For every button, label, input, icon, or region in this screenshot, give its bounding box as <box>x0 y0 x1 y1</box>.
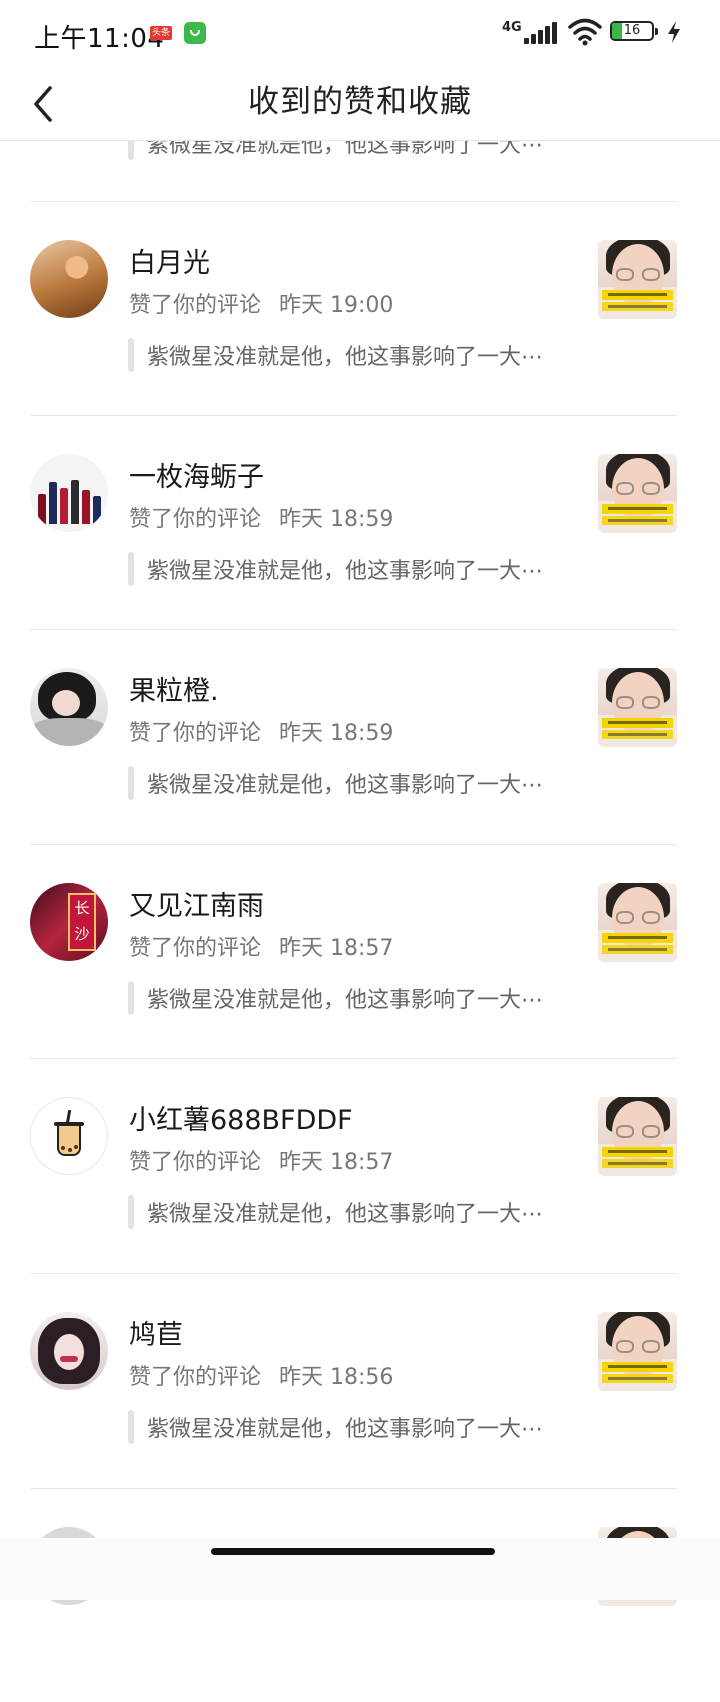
action-text: 赞了你的评论 <box>129 507 262 532</box>
status-time: 上午11:04 <box>34 24 165 54</box>
avatar[interactable] <box>30 1097 108 1175</box>
quoted-comment-text: 紫微星没准就是他，他这事影响了一大⋯ <box>147 988 544 1013</box>
divider <box>30 629 677 630</box>
network-type-label: 4G <box>502 20 522 35</box>
avatar[interactable] <box>30 454 108 532</box>
post-thumbnail[interactable] <box>598 1097 677 1176</box>
quoted-comment-text: 紫微星没准就是他，他这事影响了一大⋯ <box>147 1417 544 1442</box>
avatar[interactable]: 长沙 <box>30 883 108 961</box>
divider <box>30 844 677 845</box>
list-item[interactable]: 一枚海蛎子 赞了你的评论 昨天 18:59 紫微星没准就是他，他这事影响了一大⋯ <box>0 415 720 629</box>
list-item[interactable]: 果粒橙. 赞了你的评论 昨天 18:59 紫微星没准就是他，他这事影响了一大⋯ <box>0 629 720 843</box>
quote-bar <box>128 1410 134 1444</box>
timestamp: 昨天 18:59 <box>279 721 394 746</box>
quoted-comment-text: 紫微星没准就是他，他这事影响了一大⋯ <box>147 1202 544 1227</box>
action-text: 赞了你的评论 <box>129 936 262 961</box>
list-item[interactable]: 白月光 赞了你的评论 昨天 19:00 紫微星没准就是他，他这事影响了一大⋯ <box>0 201 720 415</box>
like-meta: 赞了你的评论 昨天 18:57 <box>129 930 393 962</box>
quote-bar <box>128 766 134 800</box>
home-indicator[interactable] <box>211 1548 495 1555</box>
divider <box>30 415 677 416</box>
user-name[interactable]: 一枚海蛎子 <box>129 455 264 494</box>
avatar[interactable] <box>30 668 108 746</box>
like-meta: 赞了你的评论 昨天 18:56 <box>129 1359 393 1391</box>
quoted-comment-text: 紫微星没准就是他，他这事影响了一大⋯ <box>147 140 544 158</box>
list-item-partial[interactable]: 紫微星没准就是他，他这事影响了一大⋯ <box>0 140 720 202</box>
quote-bar <box>128 981 134 1015</box>
divider <box>30 1488 677 1489</box>
action-text: 赞了你的评论 <box>129 721 262 746</box>
quoted-comment-text: 紫微星没准就是他，他这事影响了一大⋯ <box>147 559 544 584</box>
timestamp: 昨天 18:59 <box>279 507 394 532</box>
list-item[interactable]: 小红薯688BFDDF 赞了你的评论 昨天 18:57 紫微星没准就是他，他这事影… <box>0 1058 720 1272</box>
avatar-sign-text: 长沙 <box>68 893 96 951</box>
page-header: 收到的赞和收藏 <box>0 66 720 141</box>
user-name[interactable]: 鸠苣 <box>129 1313 183 1352</box>
like-meta: 赞了你的评论 昨天 18:57 <box>129 1144 393 1176</box>
divider <box>30 1058 677 1059</box>
post-thumbnail[interactable] <box>598 1312 677 1391</box>
user-name[interactable]: 又见江南雨 <box>129 884 264 923</box>
like-meta: 赞了你的评论 昨天 19:00 <box>129 287 393 319</box>
battery-level: 16 <box>623 23 641 38</box>
user-name[interactable]: 小红薯688BFDDF <box>129 1098 353 1137</box>
user-name[interactable]: 果粒橙. <box>129 669 219 708</box>
post-thumbnail[interactable] <box>598 454 677 533</box>
wifi-icon <box>568 18 602 46</box>
post-thumbnail[interactable] <box>598 668 677 747</box>
quote-bar <box>128 338 134 372</box>
status-bar: 上午11:04 头条 4G 16 <box>0 0 720 66</box>
quoted-comment-text: 紫微星没准就是他，他这事影响了一大⋯ <box>147 345 544 370</box>
like-meta: 赞了你的评论 昨天 18:59 <box>129 715 393 747</box>
quoted-comment-text: 紫微星没准就是他，他这事影响了一大⋯ <box>147 773 544 798</box>
timestamp: 昨天 18:57 <box>279 936 394 961</box>
user-name[interactable]: 白月光 <box>129 241 210 280</box>
toutiao-notification-icon: 头条 <box>150 26 172 40</box>
action-text: 赞了你的评论 <box>129 1150 262 1175</box>
signal-icon <box>524 22 560 44</box>
divider <box>30 201 677 202</box>
list-item[interactable]: 鸠苣 赞了你的评论 昨天 18:56 紫微星没准就是他，他这事影响了一大⋯ <box>0 1273 720 1487</box>
action-text: 赞了你的评论 <box>129 293 262 318</box>
list-item[interactable]: 长沙 又见江南雨 赞了你的评论 昨天 18:57 紫微星没准就是他，他这事影响了一… <box>0 844 720 1058</box>
app-notification-icon <box>184 22 206 44</box>
charging-icon <box>668 21 680 43</box>
avatar[interactable] <box>30 1312 108 1390</box>
quote-bar <box>128 140 134 160</box>
divider <box>30 1273 677 1274</box>
post-thumbnail[interactable] <box>598 883 677 962</box>
timestamp: 昨天 18:57 <box>279 1150 394 1175</box>
action-text: 赞了你的评论 <box>129 1365 262 1390</box>
like-meta: 赞了你的评论 昨天 18:59 <box>129 501 393 533</box>
battery-icon: 16 <box>610 21 658 41</box>
quote-bar <box>128 1195 134 1229</box>
quote-bar <box>128 552 134 586</box>
timestamp: 昨天 19:00 <box>279 293 394 318</box>
post-thumbnail[interactable] <box>598 240 677 319</box>
page-title: 收到的赞和收藏 <box>248 84 472 120</box>
timestamp: 昨天 18:56 <box>279 1365 394 1390</box>
avatar[interactable] <box>30 240 108 318</box>
